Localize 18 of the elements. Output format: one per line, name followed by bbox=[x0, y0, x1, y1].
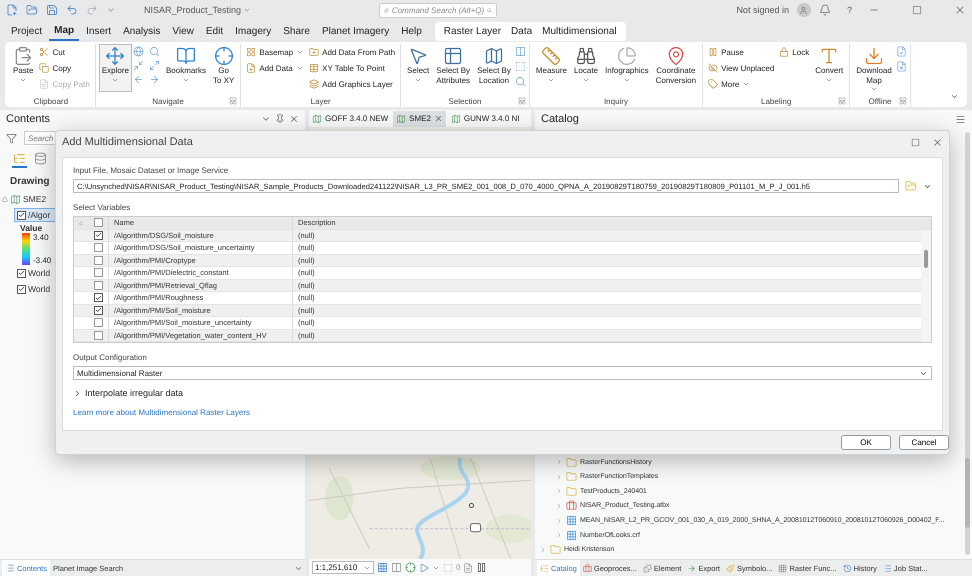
group-label: Layer bbox=[310, 96, 331, 106]
legend-label: -3.40 bbox=[33, 256, 52, 265]
group-label: Labeling bbox=[761, 96, 792, 106]
dialog-title: Add Multidimensional Data bbox=[62, 136, 194, 148]
group-label: Inquiry bbox=[604, 96, 628, 106]
selection-count: 0 bbox=[456, 563, 460, 572]
pane-title: Catalog bbox=[541, 113, 580, 125]
group-label: Navigate bbox=[152, 96, 184, 106]
group-label: Clipboard bbox=[34, 96, 68, 106]
pane-title: Contents bbox=[6, 113, 52, 125]
map-heading: Drawing bbox=[10, 176, 50, 187]
legend-label: 3.40 bbox=[33, 233, 50, 242]
legend-title: Value bbox=[19, 223, 42, 233]
group-label: Offline bbox=[868, 96, 892, 106]
group-label: Selection bbox=[448, 96, 482, 106]
field-label: Input File, Mosaic Dataset or Image Service bbox=[73, 166, 228, 175]
field-label: Select Variables bbox=[73, 202, 130, 212]
field-label: Output Configuration bbox=[73, 352, 147, 362]
